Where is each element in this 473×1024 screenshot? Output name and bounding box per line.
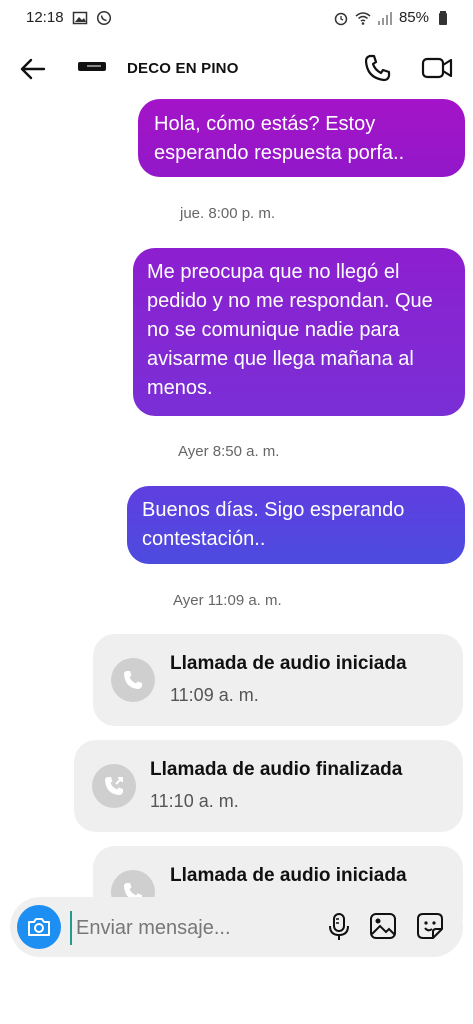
- sent-message[interactable]: Me preocupa que no llegó el pedido y no …: [133, 248, 465, 416]
- wifi-icon: [355, 11, 371, 25]
- timestamp: Ayer 11:09 a. m.: [173, 592, 282, 609]
- message-text: Hola, cómo estás? Estoy esperando respue…: [154, 113, 405, 164]
- alarm-icon: [334, 12, 348, 25]
- signal-icon: [377, 11, 392, 25]
- sent-message[interactable]: Buenos días. Sigo esperando contestación…: [127, 486, 465, 564]
- chat-header: DECO EN PINO: [0, 40, 473, 98]
- status-time: 12:18: [26, 9, 64, 26]
- call-record[interactable]: Llamada de audio iniciada 11:09 a. m.: [93, 634, 463, 726]
- sticker-icon[interactable]: [415, 911, 445, 941]
- call-title: Llamada de audio iniciada: [170, 865, 407, 886]
- call-title: Llamada de audio iniciada: [170, 653, 407, 674]
- gallery-icon[interactable]: [368, 911, 398, 941]
- battery-level: 85%: [398, 9, 429, 26]
- phone-icon: [111, 658, 155, 702]
- call-time: 11:09 a. m.: [170, 685, 259, 705]
- battery-icon: [439, 10, 447, 25]
- gallery-notification-icon: [72, 11, 87, 24]
- microphone-icon[interactable]: [324, 911, 354, 943]
- whatsapp-notification-icon: [96, 10, 111, 25]
- chat-title[interactable]: DECO EN PINO: [127, 60, 239, 77]
- phone-call-icon[interactable]: [362, 52, 394, 84]
- message-composer: [10, 897, 463, 957]
- avatar[interactable]: [78, 62, 106, 71]
- call-record[interactable]: Llamada de audio finalizada 11:10 a. m.: [74, 740, 463, 832]
- sent-message[interactable]: Hola, cómo estás? Estoy esperando respue…: [138, 99, 465, 177]
- message-text: Buenos días. Sigo esperando contestación…: [142, 499, 405, 550]
- message-input[interactable]: [70, 911, 318, 945]
- timestamp: jue. 8:00 p. m.: [180, 205, 276, 222]
- video-call-icon[interactable]: [420, 52, 454, 84]
- call-title: Llamada de audio finalizada: [150, 759, 403, 780]
- back-arrow-icon[interactable]: [16, 52, 50, 86]
- timestamp: Ayer 8:50 a. m.: [178, 443, 280, 460]
- call-time: 11:10 a. m.: [150, 791, 239, 811]
- camera-icon[interactable]: [17, 905, 61, 949]
- status-bar: 12:18 85%: [0, 0, 473, 36]
- phone-outgoing-icon: [92, 764, 136, 808]
- message-text: Me preocupa que no llegó el pedido y no …: [147, 261, 433, 399]
